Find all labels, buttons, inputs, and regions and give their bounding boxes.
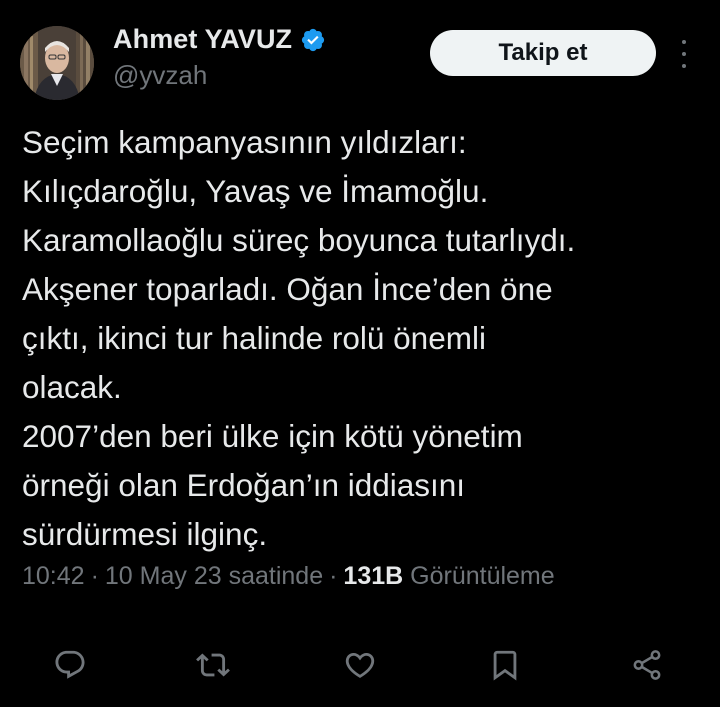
more-dot <box>682 40 686 44</box>
reply-icon <box>55 650 85 679</box>
share-icon <box>633 650 661 680</box>
more-dot <box>682 64 686 68</box>
tweet-text-line: Akşener toparladı. Oğan İnce’den öne <box>22 271 553 307</box>
reply-button[interactable] <box>53 648 87 682</box>
tweet-date[interactable]: 10 May 23 saatinde <box>105 562 323 590</box>
action-bar <box>0 640 720 690</box>
more-options-icon[interactable] <box>676 40 692 68</box>
tweet-meta: 10:42 · 10 May 23 saatinde · 131B Görüntülem… <box>22 562 555 591</box>
like-icon <box>345 652 375 678</box>
more-dot <box>682 52 686 56</box>
tweet-time[interactable]: 10:42 <box>22 562 85 590</box>
author-handle[interactable]: @yvzah <box>113 60 207 91</box>
retweet-icon <box>196 653 230 677</box>
meta-separator: · <box>90 562 99 590</box>
views-label: Görüntüleme <box>410 562 555 590</box>
tweet-text: Seçim kampanyasının yıldızları: Kılıçdar… <box>22 118 712 559</box>
avatar-image <box>20 26 94 100</box>
tweet-text-line: sürdürmesi ilginç. <box>22 516 268 552</box>
tweet-text-line: Karamollaoğlu süreç boyunca tutarlıydı. <box>22 222 576 258</box>
share-button[interactable] <box>630 648 664 682</box>
views-count[interactable]: 131B <box>343 562 403 590</box>
tweet-text-line: örneği olan Erdoğan’ın iddiasını <box>22 467 466 503</box>
tweet-text-line: Kılıçdaroğlu, Yavaş ve İmamoğlu. <box>22 173 489 209</box>
tweet-text-line: çıktı, ikinci tur halinde rolü önemli <box>22 320 486 356</box>
avatar[interactable] <box>20 26 94 100</box>
bookmark-button[interactable] <box>488 648 522 682</box>
retweet-button[interactable] <box>196 648 230 682</box>
meta-separator: · <box>329 562 338 590</box>
tweet-text-line: olacak. <box>22 369 122 405</box>
tweet-text-line: Seçim kampanyasının yıldızları: <box>22 124 467 160</box>
author-name-row: Ahmet YAVUZ <box>113 24 326 55</box>
follow-button[interactable]: Takip et <box>430 30 656 76</box>
author-display-name[interactable]: Ahmet YAVUZ <box>113 24 292 55</box>
tweet-text-line: 2007’den beri ülke için kötü yönetim <box>22 418 523 454</box>
like-button[interactable] <box>343 648 377 682</box>
tweet-card: Ahmet YAVUZ @yvzah Takip et Seçim kampan… <box>0 0 720 707</box>
bookmark-icon <box>493 650 517 681</box>
verified-badge-icon <box>302 28 325 51</box>
